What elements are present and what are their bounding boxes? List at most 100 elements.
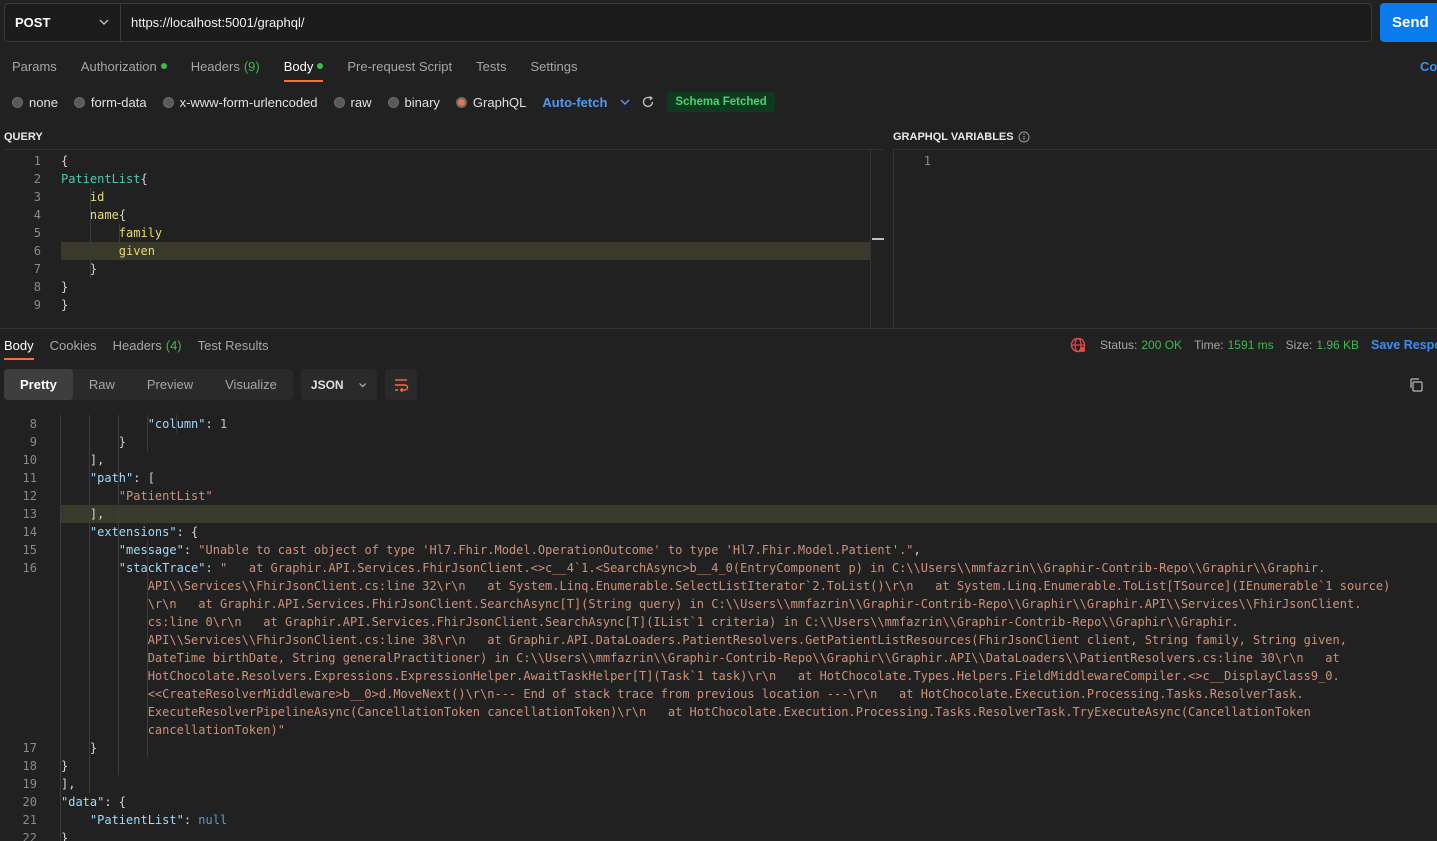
radio-label: binary (404, 94, 440, 110)
pane-divider[interactable] (0, 328, 1437, 329)
view-preview-button[interactable]: Preview (131, 369, 209, 400)
status-dot (160, 63, 167, 69)
line-text: PatientList{ (61, 172, 148, 186)
code-line: 4 name{ (4, 206, 870, 224)
radio-label: none (29, 94, 58, 110)
code-line: API\\Services\\FhirJsonClient.cs:line 38… (0, 631, 1437, 649)
send-button[interactable]: Send (1380, 3, 1437, 42)
body-type-form-data[interactable]: form-data (73, 95, 147, 110)
wrap-lines-button[interactable] (384, 369, 417, 400)
radio-icon (333, 96, 345, 108)
radio-icon (73, 96, 85, 108)
tab-label: Cookies (49, 337, 97, 353)
url-input[interactable]: https://localhost:5001/graphql/ (121, 4, 304, 41)
chevron-down-icon (358, 382, 366, 387)
code-line: 8} (4, 278, 870, 296)
response-tab-cookies[interactable]: Cookies (42, 333, 105, 357)
code-line: DateTime birthDate, String generalPracti… (0, 649, 1437, 667)
view-pretty-button[interactable]: Pretty (4, 369, 73, 400)
tab-label: Body (4, 337, 34, 353)
line-number: 8 (29, 417, 37, 431)
line-number: 7 (33, 262, 41, 276)
cookies-link[interactable]: Co (1420, 59, 1437, 74)
save-response-button[interactable]: Save Respo (1371, 338, 1437, 352)
view-raw-button[interactable]: Raw (73, 369, 131, 400)
view-visualize-button[interactable]: Visualize (209, 369, 293, 400)
line-text: } (61, 831, 69, 841)
code-line: 17 } (0, 739, 1437, 757)
info-icon[interactable] (1018, 131, 1030, 143)
line-number: 9 (29, 435, 37, 449)
radio-label: x-www-form-urlencoded (179, 94, 318, 110)
refresh-icon[interactable] (641, 95, 655, 109)
line-text: API\\Services\\FhirJsonClient.cs:line 38… (61, 633, 1347, 647)
line-number: 19 (22, 777, 37, 791)
chevron-down-icon[interactable] (619, 96, 631, 108)
query-editor[interactable]: 1{2 PatientList{3 id 4 name{5 family 6 give… (4, 149, 884, 328)
code-line: 7 } (4, 260, 870, 278)
copy-icon[interactable] (1408, 377, 1424, 393)
line-text: } (61, 759, 69, 773)
time-label: Time: (1194, 338, 1224, 352)
line-text: ExecuteResolverPipelineAsync(Cancellatio… (61, 705, 1311, 719)
tab-tests[interactable]: Tests (464, 52, 518, 80)
tab-headers[interactable]: Headers (9) (179, 52, 272, 80)
format-select[interactable]: JSON (300, 369, 377, 400)
tab-body[interactable]: Body (272, 52, 336, 82)
body-type-binary[interactable]: binary (387, 94, 440, 110)
line-text: \r\n at Graphir.API.Services.FhirJsonCli… (61, 597, 1362, 611)
status-label: Status: (1100, 338, 1138, 352)
tab-authorization[interactable]: Authorization (69, 52, 179, 80)
response-tab-body[interactable]: Body (0, 333, 42, 360)
code-line: 6 given (4, 242, 870, 260)
line-number: 14 (22, 525, 37, 539)
variables-editor[interactable]: 1 (893, 149, 1437, 328)
network-globe-icon[interactable] (1070, 337, 1086, 353)
auto-fetch-button[interactable]: Auto-fetch (542, 95, 607, 110)
line-number: 3 (33, 190, 41, 204)
response-body[interactable]: 8 "column": 1 9 } 10 ], 11 "path": [ 12 "Pat… (0, 410, 1437, 841)
format-label: JSON (310, 377, 344, 392)
line-text: given (118, 244, 155, 258)
line-text: "message": "Unable to cast object of typ… (118, 543, 921, 557)
line-number: 4 (33, 208, 41, 222)
line-text: } (61, 741, 98, 755)
code-line: 16 "stackTrace": " at Graphir.API.Servic… (0, 559, 1437, 577)
code-line: <<CreateResolverMiddleware>b__0>d.MoveNe… (0, 685, 1437, 703)
code-line: 10 ], (0, 451, 1437, 469)
line-text: id (89, 190, 105, 204)
tab-settings[interactable]: Settings (518, 52, 589, 80)
code-line: ExecuteResolverPipelineAsync(Cancellatio… (0, 703, 1437, 721)
line-text: ], (61, 453, 105, 467)
line-text: "stackTrace": " at Graphir.API.Services.… (118, 561, 1326, 575)
query-scrollbar[interactable] (870, 149, 884, 328)
response-status: Status: 200 OK Time: 1591 ms Size: 1.96 … (1070, 337, 1437, 353)
tab-pre-request-script[interactable]: Pre-request Script (335, 52, 464, 80)
line-number: 21 (22, 813, 37, 827)
tab-label: Settings (530, 58, 578, 74)
code-line: 18} (0, 757, 1437, 775)
code-line: 13 ], (0, 505, 1437, 523)
response-tab-test-results[interactable]: Test Results (190, 333, 277, 357)
body-type-x-www-form-urlencoded[interactable]: x-www-form-urlencoded (162, 94, 318, 110)
response-tab-headers[interactable]: Headers (4) (105, 333, 190, 357)
tab-params[interactable]: Params (0, 52, 69, 80)
line-text: <<CreateResolverMiddleware>b__0>d.MoveNe… (61, 687, 1304, 701)
code-line: 8 "column": 1 (0, 415, 1437, 433)
code-line: 11 "path": [ (0, 469, 1437, 487)
method-select[interactable]: POST (5, 4, 121, 41)
line-text: name{ (89, 208, 127, 222)
line-number: 12 (22, 489, 37, 503)
body-type-graphql[interactable]: GraphQL (455, 95, 526, 110)
body-type-raw[interactable]: raw (333, 95, 372, 110)
line-number: 18 (22, 759, 37, 773)
query-label: QUERY (4, 131, 43, 143)
tab-count: (4) (165, 337, 182, 353)
body-type-none[interactable]: none (12, 95, 58, 110)
view-mode-group: Pretty Raw Preview Visualize (4, 369, 293, 400)
code-line: 3 id (4, 188, 870, 206)
line-text: "PatientList": null (89, 813, 228, 827)
code-line: 9} (4, 296, 870, 314)
chevron-down-icon (99, 19, 109, 25)
code-line: HotChocolate.Resolvers.Expressions.Expre… (0, 667, 1437, 685)
